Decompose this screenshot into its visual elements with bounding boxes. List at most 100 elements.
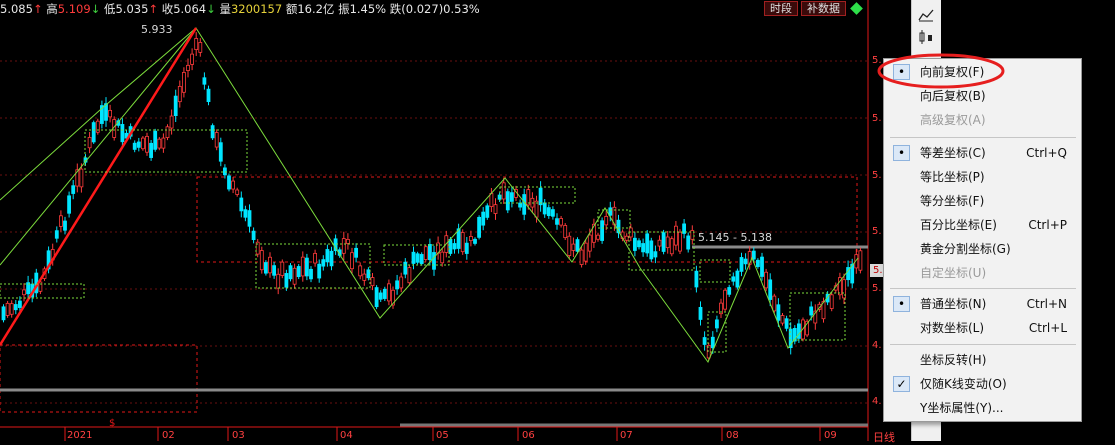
menu-item-label: 黄金分割坐标(G) [920,242,1011,256]
candle-body [772,295,777,312]
red-trend-line [0,27,198,346]
candle-body [546,207,551,217]
candle-body [686,235,691,250]
x-tick-label: 08 [726,430,739,441]
candle-body [292,267,297,285]
candle-body [263,262,268,274]
candle-body [858,250,863,271]
candle-body [743,258,748,265]
supplement-data-button[interactable]: 补数据 [801,1,846,16]
candle-body [423,246,428,260]
candle-body [768,279,773,300]
x-tick-label: 06 [522,430,535,441]
period-daily-button[interactable]: 日线 [873,429,895,445]
candle-body [460,232,465,253]
candle-body [608,207,613,216]
candle-body [509,192,514,202]
candle-body [440,251,445,264]
menu-item-label: 对数坐标(L) [920,321,985,335]
menu-separator [890,137,1076,138]
candle-body [563,225,568,239]
candle-body [329,250,334,267]
menu-item[interactable]: 等分坐标(F) [884,190,1081,212]
open-value: 5.085 [0,2,33,16]
candle-body [674,225,678,246]
candle-body [715,319,719,329]
trend-line [0,27,197,266]
candle-body [596,234,600,240]
menu-item[interactable]: 黄金分割坐标(G) [884,238,1081,260]
candle-body [268,256,272,274]
highlight-circle [877,53,1005,89]
candle-body [764,271,768,289]
amount-value: 16.2亿 [297,2,335,16]
y-tick-label: 5. [872,226,882,237]
menu-item[interactable]: • 等差坐标(C) Ctrl+Q [884,142,1081,164]
candle-body [493,204,498,214]
amplitude-value: 1.45% [349,2,387,16]
menu-item-shortcut: Ctrl+L [1028,321,1067,335]
menu-item[interactable]: 百分比坐标(E) Ctrl+P [884,214,1081,236]
candle-body [403,261,408,275]
menu-item[interactable]: 等比坐标(P) [884,166,1081,188]
candle-body [276,273,281,289]
radio-dot-icon: • [893,145,910,161]
menu-item[interactable]: 坐标反转(H) [884,349,1081,371]
candle-body [243,209,248,218]
time-segment-button[interactable]: 时段 [764,1,798,16]
candle-body [202,77,207,85]
consolidation-box [699,259,731,283]
candle-body [633,237,637,251]
candle-body [538,187,543,206]
candle-body [54,230,59,239]
candle-body [571,243,576,251]
trend-overlay [0,27,859,364]
y-tick-label: 5. [872,113,882,124]
candle-body [341,238,346,254]
candle-body [218,142,223,162]
candle-body [210,125,215,139]
candle-body [829,294,834,309]
x-tick-label: 09 [824,430,837,441]
menu-item[interactable]: 对数坐标(L) Ctrl+L [884,317,1081,339]
candle-body [505,191,510,211]
candle-body [317,263,322,279]
menu-item[interactable]: ✓ 仅随K线变动(O) [884,373,1081,395]
candle-body [366,269,371,279]
candle-body [140,137,145,150]
up-arrow-icon: ↑ [148,2,159,16]
candle-body [272,265,277,276]
candle-body [161,137,166,149]
candle-body [473,238,477,244]
candle-body [136,141,141,148]
candle-body [165,126,170,138]
candle-body [653,251,658,258]
kline-type-icon[interactable] [916,30,936,48]
menu-item[interactable]: • 普通坐标(N) Ctrl+N [884,293,1081,315]
candle-body [91,122,96,143]
candle-body [153,130,158,150]
candle-body [583,242,588,262]
candle-body [198,42,203,53]
menu-item-shortcut: Ctrl+N [1026,297,1067,311]
high-value: 5.109 [57,2,91,16]
candle-body [71,185,76,194]
candle-body [780,315,785,324]
menu-item-label: 等分坐标(F) [920,194,985,208]
kline-chart[interactable]: $ [0,0,911,441]
checkmark-icon: ✓ [893,376,910,392]
candle-body [579,249,584,265]
candle-body [448,238,453,254]
candle-body [542,202,547,215]
candle-body [194,38,199,50]
menu-item[interactable]: Y坐标属性(Y)... [884,397,1081,419]
close-value: 5.064 [173,2,207,16]
line-chart-icon[interactable] [916,8,936,26]
candle-body [374,287,379,308]
menu-item-label: 等比坐标(P) [920,170,985,184]
menu-separator [890,288,1076,289]
candle-body [350,252,354,270]
x-tick-label: 03 [232,430,245,441]
candle-body [190,53,195,65]
candle-body [731,276,736,282]
